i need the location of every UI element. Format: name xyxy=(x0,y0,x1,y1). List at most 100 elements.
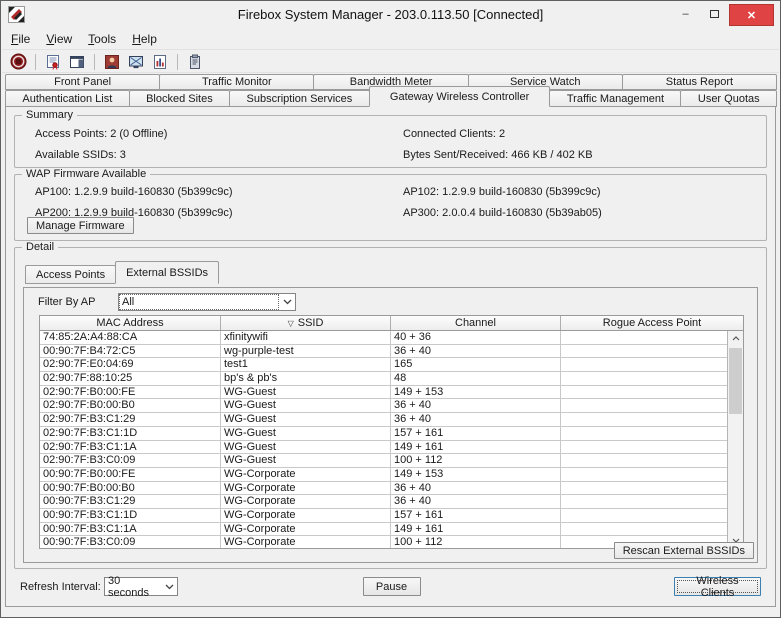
manage-firmware-button[interactable]: Manage Firmware xyxy=(27,217,134,234)
cell-rogue-access-point xyxy=(561,386,727,399)
menu-help[interactable]: Help xyxy=(132,32,157,46)
scroll-up-icon[interactable] xyxy=(728,331,743,346)
policy-manager-icon[interactable] xyxy=(102,53,122,71)
performance-console-icon[interactable] xyxy=(150,53,170,71)
column-header-mac-address[interactable]: MAC Address xyxy=(40,316,221,330)
cell-channel: 100 + 112 xyxy=(391,536,561,548)
cell-ssid: test1 xyxy=(221,358,391,371)
tab-access-points[interactable]: Access Points xyxy=(25,265,116,284)
tab-subscription-services[interactable]: Subscription Services xyxy=(229,90,370,107)
table-row[interactable]: 02:90:7F:88:10:25 bp's & pb's 48 xyxy=(40,372,727,386)
connected-clients-value: Connected Clients: 2 xyxy=(403,128,746,140)
menu-file[interactable]: File xyxy=(11,32,30,46)
toolbar-separator xyxy=(177,54,178,70)
menu-view[interactable]: View xyxy=(46,32,72,46)
tab-user-quotas[interactable]: User Quotas xyxy=(680,90,777,107)
minimize-button[interactable]: – xyxy=(671,4,700,24)
tab-traffic-management[interactable]: Traffic Management xyxy=(549,90,681,107)
cell-mac-address: 02:90:7F:B3:C0:09 xyxy=(40,454,221,467)
tab-front-panel[interactable]: Front Panel xyxy=(5,74,160,90)
cell-channel: 157 + 161 xyxy=(391,427,561,440)
front-panel-window-icon[interactable] xyxy=(67,53,87,71)
close-button[interactable]: ✕ xyxy=(729,4,774,26)
external-bssids-panel: Filter By AP All MAC Address xyxy=(23,287,758,563)
menu-tools[interactable]: Tools xyxy=(88,32,116,46)
wireless-clients-button[interactable]: Wireless Clients xyxy=(674,577,761,596)
cell-rogue-access-point xyxy=(561,358,727,371)
table-row[interactable]: 74:85:2A:A4:88:CA xfinitywifi 40 + 36 xyxy=(40,331,727,345)
tab-external-bssids[interactable]: External BSSIDs xyxy=(115,261,219,284)
available-ssids-value: Available SSIDs: 3 xyxy=(35,149,403,161)
table-row[interactable]: 00:90:7F:B3:C1:29 WG-Corporate 36 + 40 xyxy=(40,495,727,509)
cell-mac-address: 02:90:7F:B3:C1:29 xyxy=(40,413,221,426)
table-row[interactable]: 02:90:7F:B3:C1:1D WG-Guest 157 + 161 xyxy=(40,427,727,441)
app-window: Firebox System Manager - 203.0.113.50 [C… xyxy=(0,0,781,618)
certificates-icon[interactable] xyxy=(43,53,63,71)
cell-ssid: wg-purple-test xyxy=(221,345,391,358)
wap-firmware-legend: WAP Firmware Available xyxy=(22,168,150,180)
table-row[interactable]: 00:90:7F:B3:C1:1A WG-Corporate 149 + 161 xyxy=(40,523,727,537)
close-icon: ✕ xyxy=(747,9,756,22)
hostwatch-icon[interactable] xyxy=(126,53,146,71)
maximize-button[interactable] xyxy=(700,4,729,24)
column-header-channel[interactable]: Channel xyxy=(391,316,561,330)
cell-mac-address: 00:90:7F:B3:C0:09 xyxy=(40,536,221,548)
toolbar xyxy=(2,51,779,73)
cell-mac-address: 00:90:7F:B3:C1:29 xyxy=(40,495,221,508)
table-row[interactable]: 00:90:7F:B4:72:C5 wg-purple-test 36 + 40 xyxy=(40,345,727,359)
scrollbar-thumb[interactable] xyxy=(729,348,742,414)
refresh-interval-label: Refresh Interval: xyxy=(20,581,101,593)
tab-status-report[interactable]: Status Report xyxy=(622,74,777,90)
cell-mac-address: 00:90:7F:B3:C1:1D xyxy=(40,509,221,522)
detail-group: Detail Access Points External BSSIDs Fil… xyxy=(14,247,767,569)
table-row[interactable]: 00:90:7F:B0:00:FE WG-Corporate 149 + 153 xyxy=(40,468,727,482)
detail-legend: Detail xyxy=(22,241,58,253)
table-row[interactable]: 02:90:7F:B0:00:B0 WG-Guest 36 + 40 xyxy=(40,399,727,413)
refresh-interval-dropdown[interactable]: 30 seconds xyxy=(104,577,178,596)
cell-mac-address: 74:85:2A:A4:88:CA xyxy=(40,331,221,344)
wap-firmware-group: WAP Firmware Available AP100: 1.2.9.9 bu… xyxy=(14,174,767,241)
cell-ssid: WG-Corporate xyxy=(221,468,391,481)
tab-traffic-monitor[interactable]: Traffic Monitor xyxy=(159,74,314,90)
table-row[interactable]: 02:90:7F:B3:C1:29 WG-Guest 36 + 40 xyxy=(40,413,727,427)
rescan-external-bssids-button[interactable]: Rescan External BSSIDs xyxy=(614,542,754,559)
cell-rogue-access-point xyxy=(561,482,727,495)
table-row[interactable]: 02:90:7F:E0:04:69 test1 165 xyxy=(40,358,727,372)
tab-gateway-wireless-controller[interactable]: Gateway Wireless Controller xyxy=(369,86,551,107)
pause-button[interactable]: Pause xyxy=(363,577,421,596)
cell-channel: 149 + 161 xyxy=(391,441,561,454)
filter-by-ap-dropdown[interactable]: All xyxy=(118,293,296,311)
bytes-sent-received-value: Bytes Sent/Received: 466 KB / 402 KB xyxy=(403,149,746,161)
cell-channel: 36 + 40 xyxy=(391,399,561,412)
cell-ssid: WG-Corporate xyxy=(221,495,391,508)
cell-rogue-access-point xyxy=(561,413,727,426)
firmware-ap100: AP100: 1.2.9.9 build-160830 (5b399c9c) xyxy=(35,186,403,198)
table-row[interactable]: 02:90:7F:B3:C1:1A WG-Guest 149 + 161 xyxy=(40,441,727,455)
tab-authentication-list[interactable]: Authentication List xyxy=(5,90,130,107)
table-scrollbar[interactable] xyxy=(727,331,743,548)
tab-blocked-sites[interactable]: Blocked Sites xyxy=(129,90,230,107)
cell-ssid: WG-Guest xyxy=(221,441,391,454)
chevron-down-icon xyxy=(279,294,295,310)
table-row[interactable]: 00:90:7F:B0:00:B0 WG-Corporate 36 + 40 xyxy=(40,482,727,496)
table-row[interactable]: 02:90:7F:B0:00:FE WG-Guest 149 + 153 xyxy=(40,386,727,400)
column-header-ssid[interactable]: ▽ SSID xyxy=(221,316,391,330)
cell-channel: 48 xyxy=(391,372,561,385)
title-bar[interactable]: Firebox System Manager - 203.0.113.50 [C… xyxy=(1,1,780,28)
cell-channel: 149 + 153 xyxy=(391,386,561,399)
cell-rogue-access-point xyxy=(561,427,727,440)
toolbar-separator xyxy=(35,54,36,70)
chevron-down-icon xyxy=(161,578,177,595)
cell-mac-address: 02:90:7F:B3:C1:1D xyxy=(40,427,221,440)
cell-rogue-access-point xyxy=(561,495,727,508)
cell-channel: 36 + 40 xyxy=(391,495,561,508)
cell-mac-address: 02:90:7F:B0:00:B0 xyxy=(40,399,221,412)
pause-monitoring-icon[interactable] xyxy=(8,53,28,71)
tab-strip-row2: Authentication List Blocked Sites Subscr… xyxy=(5,90,776,107)
column-header-rogue-access-point[interactable]: Rogue Access Point xyxy=(561,316,743,330)
cell-ssid: WG-Guest xyxy=(221,399,391,412)
table-row[interactable]: 02:90:7F:B3:C0:09 WG-Guest 100 + 112 xyxy=(40,454,727,468)
table-row[interactable]: 00:90:7F:B3:C1:1D WG-Corporate 157 + 161 xyxy=(40,509,727,523)
report-icon[interactable] xyxy=(185,53,205,71)
cell-channel: 36 + 40 xyxy=(391,345,561,358)
